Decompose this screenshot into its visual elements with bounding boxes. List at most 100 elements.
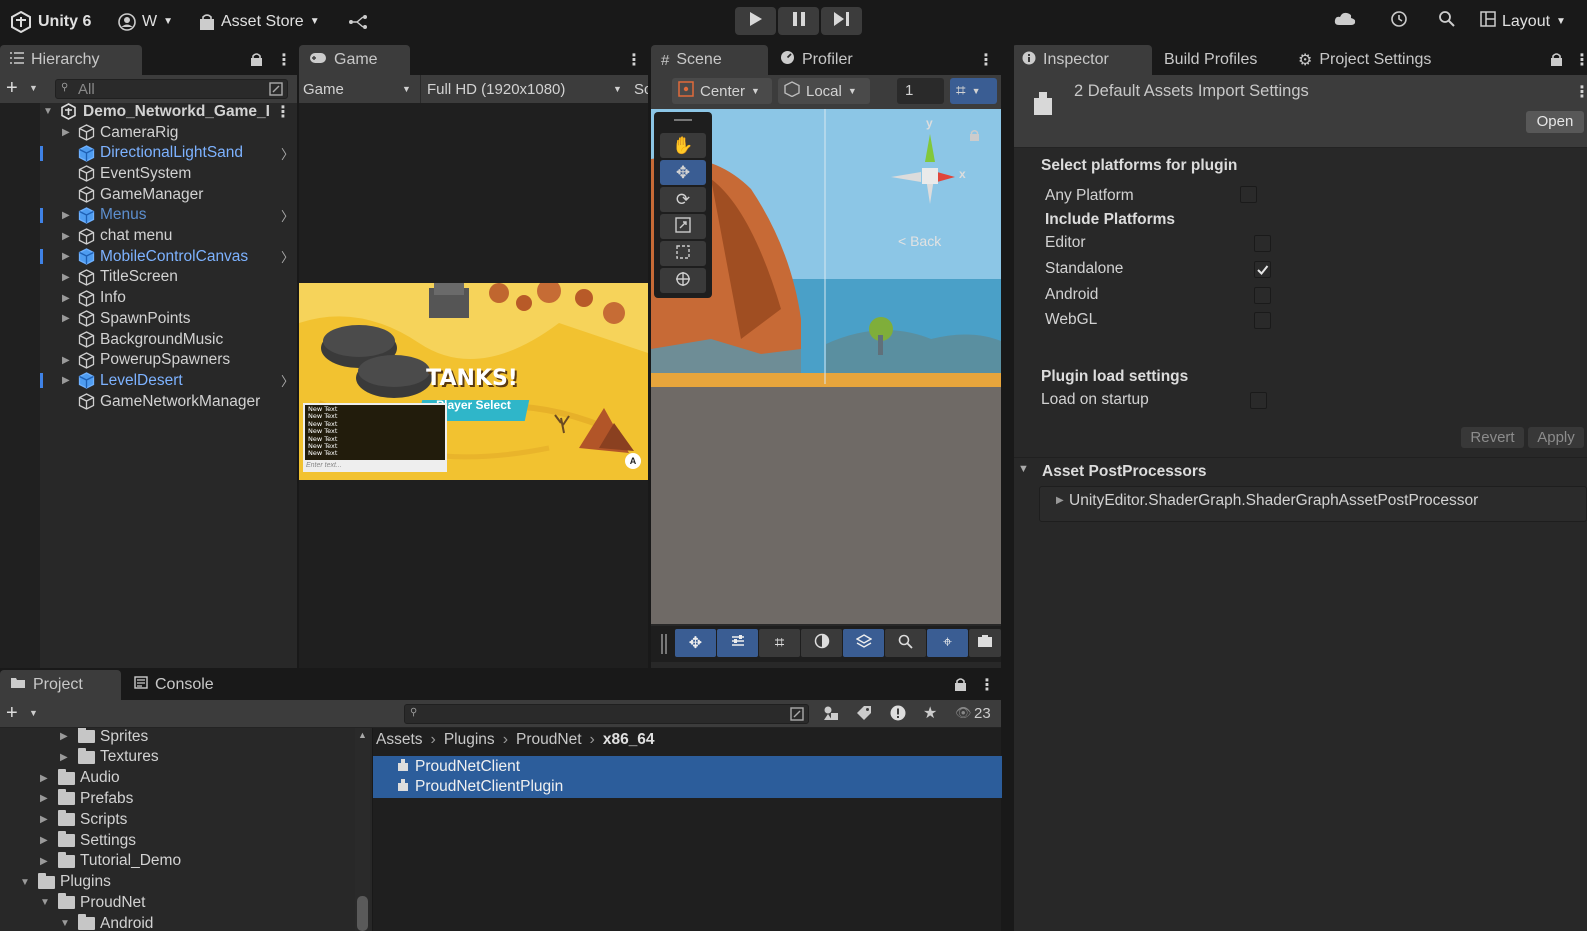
chat-input[interactable]: Enter text... bbox=[303, 460, 447, 472]
chevron-right-icon[interactable]: 〉 bbox=[281, 371, 294, 390]
folder-tree-item[interactable]: ▼ ProudNet bbox=[40, 892, 145, 913]
folder-tree-item[interactable]: ▶ Scripts bbox=[40, 809, 127, 830]
hierarchy-search-input[interactable]: ⚲ All bbox=[55, 79, 288, 99]
search-by-type-icon[interactable] bbox=[790, 707, 804, 725]
scroll-up-icon[interactable]: ▲ bbox=[358, 730, 367, 740]
expand-right-icon[interactable]: ▶ bbox=[62, 231, 70, 242]
project-search-input[interactable]: ⚲ bbox=[404, 704, 809, 724]
chevron-right-icon[interactable]: 〉 bbox=[281, 206, 294, 225]
back-view-label[interactable]: < Back bbox=[898, 233, 941, 249]
filter-warning-icon[interactable] bbox=[890, 705, 906, 725]
lock-icon[interactable] bbox=[250, 52, 263, 71]
breadcrumb-item[interactable]: ProudNet bbox=[516, 731, 581, 749]
overlay-grid-button[interactable]: ⌗ bbox=[759, 629, 800, 657]
platform-checkbox[interactable] bbox=[1254, 312, 1271, 330]
platform-checkbox[interactable] bbox=[1254, 235, 1271, 252]
hierarchy-item[interactable]: ▶ PowerupSpawners bbox=[0, 350, 296, 371]
load-on-startup-checkbox[interactable] bbox=[1250, 392, 1267, 409]
expand-right-icon[interactable]: ▶ bbox=[40, 814, 58, 825]
tab-console[interactable]: Console bbox=[124, 670, 244, 700]
file-item[interactable]: ProudNetClientPlugin bbox=[373, 776, 1002, 798]
expand-right-icon[interactable]: ▶ bbox=[62, 127, 70, 138]
file-item[interactable]: ProudNetClient bbox=[373, 756, 1002, 777]
cloud-button[interactable] bbox=[1334, 0, 1356, 43]
folder-tree-item[interactable]: ▶ Textures bbox=[60, 747, 159, 768]
overlay-search-button[interactable] bbox=[885, 629, 926, 657]
version-control-button[interactable] bbox=[348, 0, 368, 43]
grid-snap-toggle[interactable]: ⌗ ▼ bbox=[950, 78, 997, 104]
expand-right-icon[interactable]: ▶ bbox=[62, 251, 70, 262]
drag-handle[interactable] bbox=[674, 119, 692, 121]
panel-splitter[interactable] bbox=[1001, 45, 1014, 931]
chevron-right-icon[interactable]: 〉 bbox=[281, 247, 294, 266]
overlay-shading-button[interactable] bbox=[801, 629, 842, 657]
expand-right-icon[interactable]: ▶ bbox=[40, 793, 58, 804]
layout-dropdown[interactable]: Layout ▼ bbox=[1480, 0, 1566, 43]
expand-right-icon[interactable]: ▶ bbox=[62, 313, 70, 324]
hierarchy-item[interactable]: BackgroundMusic bbox=[0, 329, 296, 350]
expand-down-icon[interactable]: ▼ bbox=[1018, 463, 1029, 475]
breadcrumb-item[interactable]: Assets bbox=[376, 731, 423, 749]
add-icon[interactable]: + bbox=[6, 702, 18, 725]
expand-right-icon[interactable]: ▶ bbox=[40, 856, 58, 867]
expand-right-icon[interactable]: ▶ bbox=[40, 773, 58, 784]
expand-right-icon[interactable]: ▶ bbox=[62, 293, 70, 304]
display-dropdown[interactable]: Game ▼ bbox=[299, 75, 416, 103]
tree-scrollbar[interactable]: ▲ bbox=[355, 728, 370, 931]
scene-root-row[interactable]: ▼ Demo_Networkd_Game_I ⋮ bbox=[0, 101, 296, 122]
expand-right-icon[interactable]: ▶ bbox=[62, 355, 70, 366]
folder-tree-item[interactable]: ▼ Android bbox=[60, 913, 153, 931]
more-menu-icon[interactable]: ⋮ bbox=[275, 102, 291, 122]
tab-project-settings[interactable]: ⚙ Project Settings bbox=[1288, 45, 1448, 75]
hierarchy-item[interactable]: ▶ chat menu bbox=[0, 226, 296, 247]
more-menu-icon[interactable]: ⋮ bbox=[1574, 82, 1587, 102]
expand-down-icon[interactable]: ▼ bbox=[60, 918, 78, 929]
history-button[interactable] bbox=[1390, 0, 1408, 43]
folder-tree-item[interactable]: ▶ Settings bbox=[40, 830, 136, 851]
expand-right-icon[interactable]: ▶ bbox=[62, 272, 70, 283]
controller-badge[interactable]: A bbox=[625, 453, 641, 469]
platform-checkbox[interactable] bbox=[1254, 260, 1271, 278]
favorite-star-icon[interactable]: ★ bbox=[923, 703, 937, 723]
add-icon[interactable]: + bbox=[6, 77, 18, 100]
expand-down-icon[interactable]: ▼ bbox=[40, 897, 58, 908]
move-tool[interactable]: ✥ bbox=[660, 160, 706, 185]
folder-tree-item[interactable]: ▼ Plugins bbox=[20, 872, 111, 893]
more-menu-icon[interactable]: ⋮ bbox=[978, 50, 994, 70]
more-menu-icon[interactable]: ⋮ bbox=[276, 50, 292, 70]
breadcrumb-item[interactable]: Plugins bbox=[444, 731, 495, 749]
folder-tree-item[interactable]: ▶ Sprites bbox=[60, 728, 148, 747]
scrollbar-thumb[interactable] bbox=[357, 896, 368, 931]
hierarchy-item[interactable]: ▶ Info bbox=[0, 288, 296, 309]
expand-down-icon[interactable]: ▼ bbox=[20, 877, 38, 888]
folder-tree-item[interactable]: ▶ Tutorial_Demo bbox=[40, 851, 181, 872]
postprocessor-item[interactable]: ▶ UnityEditor.ShaderGraph.ShaderGraphAss… bbox=[1039, 486, 1587, 522]
overlay-camera-button[interactable] bbox=[969, 629, 1001, 657]
platform-checkbox[interactable] bbox=[1254, 286, 1271, 304]
hierarchy-item[interactable]: DirectionalLightSand 〉 bbox=[0, 143, 296, 164]
hierarchy-item[interactable]: GameManager bbox=[0, 184, 296, 205]
expand-right-icon[interactable]: ▶ bbox=[62, 375, 70, 386]
space-dropdown[interactable]: Local ▼ bbox=[778, 78, 870, 104]
scene-viewport[interactable]: ✋ ✥ ⟳ y x < Back bbox=[651, 109, 1001, 624]
account-dropdown[interactable]: W ▼ bbox=[118, 0, 173, 43]
expand-down-icon[interactable]: ▼ bbox=[43, 106, 53, 117]
apply-button[interactable]: Apply bbox=[1528, 427, 1584, 448]
open-button[interactable]: Open bbox=[1526, 111, 1584, 133]
hierarchy-item[interactable]: GameNetworkManager bbox=[0, 391, 296, 412]
chevron-down-icon[interactable]: ▼ bbox=[29, 83, 38, 93]
hierarchy-item[interactable]: ▶ CameraRig bbox=[0, 122, 296, 143]
hierarchy-item[interactable]: ▶ TitleScreen bbox=[0, 267, 296, 288]
hierarchy-item[interactable]: ▶ LevelDesert 〉 bbox=[0, 370, 296, 391]
chevron-right-icon[interactable]: 〉 bbox=[281, 144, 294, 163]
hierarchy-item[interactable]: ▶ Menus 〉 bbox=[0, 205, 296, 226]
overlay-layers-button[interactable] bbox=[843, 629, 884, 657]
pause-button[interactable] bbox=[778, 7, 819, 35]
gizmo-lock-icon[interactable] bbox=[969, 129, 980, 146]
lock-icon[interactable] bbox=[954, 677, 967, 696]
scale-slider-label[interactable]: Sc bbox=[630, 75, 648, 103]
filter-type-icon[interactable] bbox=[823, 705, 839, 725]
pivot-dropdown[interactable]: Center ▼ bbox=[672, 78, 772, 104]
tab-profiler[interactable]: Profiler bbox=[770, 45, 890, 75]
unity-menu-button[interactable]: Unity 6 bbox=[10, 0, 91, 43]
